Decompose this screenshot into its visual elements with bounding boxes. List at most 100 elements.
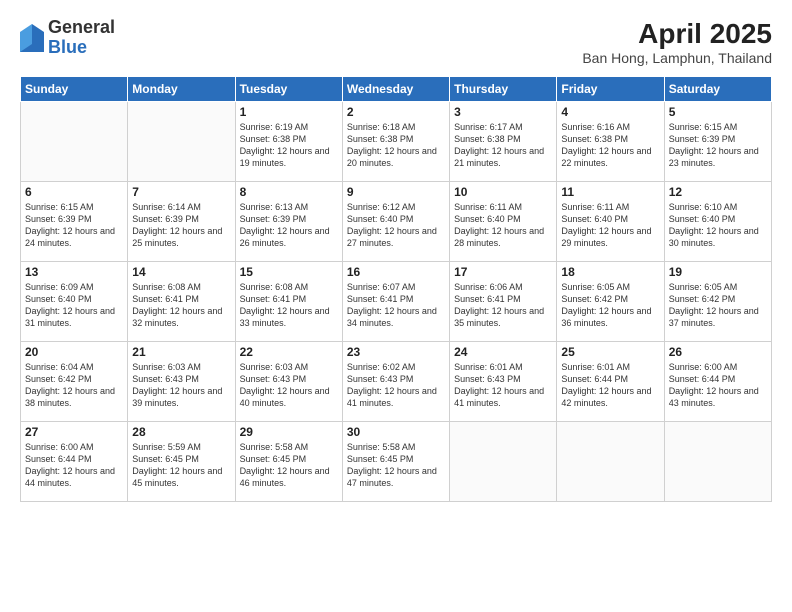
- day-info: Sunrise: 6:02 AM Sunset: 6:43 PM Dayligh…: [347, 361, 445, 410]
- logo-blue: Blue: [48, 38, 115, 58]
- day-number: 29: [240, 425, 338, 439]
- day-info: Sunrise: 6:03 AM Sunset: 6:43 PM Dayligh…: [240, 361, 338, 410]
- day-number: 11: [561, 185, 659, 199]
- main-title: April 2025: [582, 18, 772, 50]
- day-number: 30: [347, 425, 445, 439]
- day-info: Sunrise: 6:05 AM Sunset: 6:42 PM Dayligh…: [669, 281, 767, 330]
- calendar-week-3: 20 Sunrise: 6:04 AM Sunset: 6:42 PM Dayli…: [21, 342, 772, 422]
- calendar-cell: [21, 102, 128, 182]
- calendar-cell: 1Sunrise: 6:19 AM Sunset: 6:38 PM Daylig…: [235, 102, 342, 182]
- calendar-week-0: 1Sunrise: 6:19 AM Sunset: 6:38 PM Daylig…: [21, 102, 772, 182]
- calendar-week-1: 6Sunrise: 6:15 AM Sunset: 6:39 PM Daylig…: [21, 182, 772, 262]
- day-info: Sunrise: 6:04 AM Sunset: 6:42 PM Dayligh…: [25, 361, 123, 410]
- day-info: Sunrise: 6:18 AM Sunset: 6:38 PM Dayligh…: [347, 121, 445, 170]
- logo-general: General: [48, 18, 115, 38]
- day-number: 21: [132, 345, 230, 359]
- day-number: 2: [347, 105, 445, 119]
- calendar-cell: [128, 102, 235, 182]
- day-number: 7: [132, 185, 230, 199]
- calendar-header-row: Sunday Monday Tuesday Wednesday Thursday…: [21, 77, 772, 102]
- day-number: 24: [454, 345, 552, 359]
- subtitle: Ban Hong, Lamphun, Thailand: [582, 50, 772, 66]
- day-info: Sunrise: 6:08 AM Sunset: 6:41 PM Dayligh…: [240, 281, 338, 330]
- day-info: Sunrise: 6:01 AM Sunset: 6:43 PM Dayligh…: [454, 361, 552, 410]
- day-info: Sunrise: 6:06 AM Sunset: 6:41 PM Dayligh…: [454, 281, 552, 330]
- calendar-cell: 28 Sunrise: 5:59 AM Sunset: 6:45 PM Dayli…: [128, 422, 235, 502]
- calendar-cell: 15 Sunrise: 6:08 AM Sunset: 6:41 PM Dayli…: [235, 262, 342, 342]
- calendar-cell: 16Sunrise: 6:07 AM Sunset: 6:41 PM Dayli…: [342, 262, 449, 342]
- header: General Blue April 2025 Ban Hong, Lamphu…: [20, 18, 772, 66]
- day-info: Sunrise: 6:16 AM Sunset: 6:38 PM Dayligh…: [561, 121, 659, 170]
- calendar-cell: 12 Sunrise: 6:10 AM Sunset: 6:40 PM Dayli…: [664, 182, 771, 262]
- col-friday: Friday: [557, 77, 664, 102]
- calendar-cell: 8Sunrise: 6:13 AM Sunset: 6:39 PM Daylig…: [235, 182, 342, 262]
- calendar-cell: [557, 422, 664, 502]
- day-info: Sunrise: 6:11 AM Sunset: 6:40 PM Dayligh…: [561, 201, 659, 250]
- day-number: 18: [561, 265, 659, 279]
- calendar-week-4: 27Sunrise: 6:00 AM Sunset: 6:44 PM Dayli…: [21, 422, 772, 502]
- day-number: 26: [669, 345, 767, 359]
- calendar-cell: [450, 422, 557, 502]
- day-info: Sunrise: 6:08 AM Sunset: 6:41 PM Dayligh…: [132, 281, 230, 330]
- calendar-cell: 7 Sunrise: 6:14 AM Sunset: 6:39 PM Daylig…: [128, 182, 235, 262]
- day-number: 12: [669, 185, 767, 199]
- calendar-cell: 2 Sunrise: 6:18 AM Sunset: 6:38 PM Daylig…: [342, 102, 449, 182]
- calendar-cell: 3Sunrise: 6:17 AM Sunset: 6:38 PM Daylig…: [450, 102, 557, 182]
- day-number: 25: [561, 345, 659, 359]
- calendar-cell: 26Sunrise: 6:00 AM Sunset: 6:44 PM Dayli…: [664, 342, 771, 422]
- col-saturday: Saturday: [664, 77, 771, 102]
- calendar-cell: 18Sunrise: 6:05 AM Sunset: 6:42 PM Dayli…: [557, 262, 664, 342]
- calendar-cell: 29 Sunrise: 5:58 AM Sunset: 6:45 PM Dayli…: [235, 422, 342, 502]
- col-tuesday: Tuesday: [235, 77, 342, 102]
- calendar: Sunday Monday Tuesday Wednesday Thursday…: [20, 76, 772, 502]
- day-info: Sunrise: 5:59 AM Sunset: 6:45 PM Dayligh…: [132, 441, 230, 490]
- day-info: Sunrise: 5:58 AM Sunset: 6:45 PM Dayligh…: [347, 441, 445, 490]
- day-info: Sunrise: 6:00 AM Sunset: 6:44 PM Dayligh…: [25, 441, 123, 490]
- day-info: Sunrise: 6:01 AM Sunset: 6:44 PM Dayligh…: [561, 361, 659, 410]
- calendar-cell: 6Sunrise: 6:15 AM Sunset: 6:39 PM Daylig…: [21, 182, 128, 262]
- calendar-cell: 13 Sunrise: 6:09 AM Sunset: 6:40 PM Dayli…: [21, 262, 128, 342]
- day-info: Sunrise: 6:11 AM Sunset: 6:40 PM Dayligh…: [454, 201, 552, 250]
- calendar-cell: 10Sunrise: 6:11 AM Sunset: 6:40 PM Dayli…: [450, 182, 557, 262]
- calendar-cell: 27Sunrise: 6:00 AM Sunset: 6:44 PM Dayli…: [21, 422, 128, 502]
- calendar-week-2: 13 Sunrise: 6:09 AM Sunset: 6:40 PM Dayli…: [21, 262, 772, 342]
- day-number: 19: [669, 265, 767, 279]
- calendar-cell: 19 Sunrise: 6:05 AM Sunset: 6:42 PM Dayli…: [664, 262, 771, 342]
- day-info: Sunrise: 6:09 AM Sunset: 6:40 PM Dayligh…: [25, 281, 123, 330]
- logo-text: General Blue: [48, 18, 115, 58]
- calendar-cell: 17 Sunrise: 6:06 AM Sunset: 6:41 PM Dayli…: [450, 262, 557, 342]
- day-number: 8: [240, 185, 338, 199]
- calendar-cell: 9 Sunrise: 6:12 AM Sunset: 6:40 PM Daylig…: [342, 182, 449, 262]
- day-number: 28: [132, 425, 230, 439]
- calendar-cell: 14Sunrise: 6:08 AM Sunset: 6:41 PM Dayli…: [128, 262, 235, 342]
- calendar-cell: [664, 422, 771, 502]
- calendar-cell: 22Sunrise: 6:03 AM Sunset: 6:43 PM Dayli…: [235, 342, 342, 422]
- day-info: Sunrise: 6:14 AM Sunset: 6:39 PM Dayligh…: [132, 201, 230, 250]
- day-number: 5: [669, 105, 767, 119]
- day-info: Sunrise: 6:15 AM Sunset: 6:39 PM Dayligh…: [669, 121, 767, 170]
- day-number: 3: [454, 105, 552, 119]
- day-info: Sunrise: 6:12 AM Sunset: 6:40 PM Dayligh…: [347, 201, 445, 250]
- calendar-cell: 21 Sunrise: 6:03 AM Sunset: 6:43 PM Dayli…: [128, 342, 235, 422]
- day-number: 17: [454, 265, 552, 279]
- calendar-cell: 23 Sunrise: 6:02 AM Sunset: 6:43 PM Dayli…: [342, 342, 449, 422]
- day-info: Sunrise: 6:10 AM Sunset: 6:40 PM Dayligh…: [669, 201, 767, 250]
- calendar-cell: 25 Sunrise: 6:01 AM Sunset: 6:44 PM Dayli…: [557, 342, 664, 422]
- calendar-cell: 11 Sunrise: 6:11 AM Sunset: 6:40 PM Dayli…: [557, 182, 664, 262]
- col-wednesday: Wednesday: [342, 77, 449, 102]
- calendar-cell: 30 Sunrise: 5:58 AM Sunset: 6:45 PM Dayli…: [342, 422, 449, 502]
- day-number: 20: [25, 345, 123, 359]
- day-info: Sunrise: 6:03 AM Sunset: 6:43 PM Dayligh…: [132, 361, 230, 410]
- col-thursday: Thursday: [450, 77, 557, 102]
- calendar-cell: 20 Sunrise: 6:04 AM Sunset: 6:42 PM Dayli…: [21, 342, 128, 422]
- day-info: Sunrise: 6:07 AM Sunset: 6:41 PM Dayligh…: [347, 281, 445, 330]
- col-sunday: Sunday: [21, 77, 128, 102]
- page: General Blue April 2025 Ban Hong, Lamphu…: [0, 0, 792, 612]
- day-number: 15: [240, 265, 338, 279]
- day-info: Sunrise: 5:58 AM Sunset: 6:45 PM Dayligh…: [240, 441, 338, 490]
- day-info: Sunrise: 6:19 AM Sunset: 6:38 PM Dayligh…: [240, 121, 338, 170]
- day-number: 13: [25, 265, 123, 279]
- col-monday: Monday: [128, 77, 235, 102]
- day-number: 23: [347, 345, 445, 359]
- day-number: 9: [347, 185, 445, 199]
